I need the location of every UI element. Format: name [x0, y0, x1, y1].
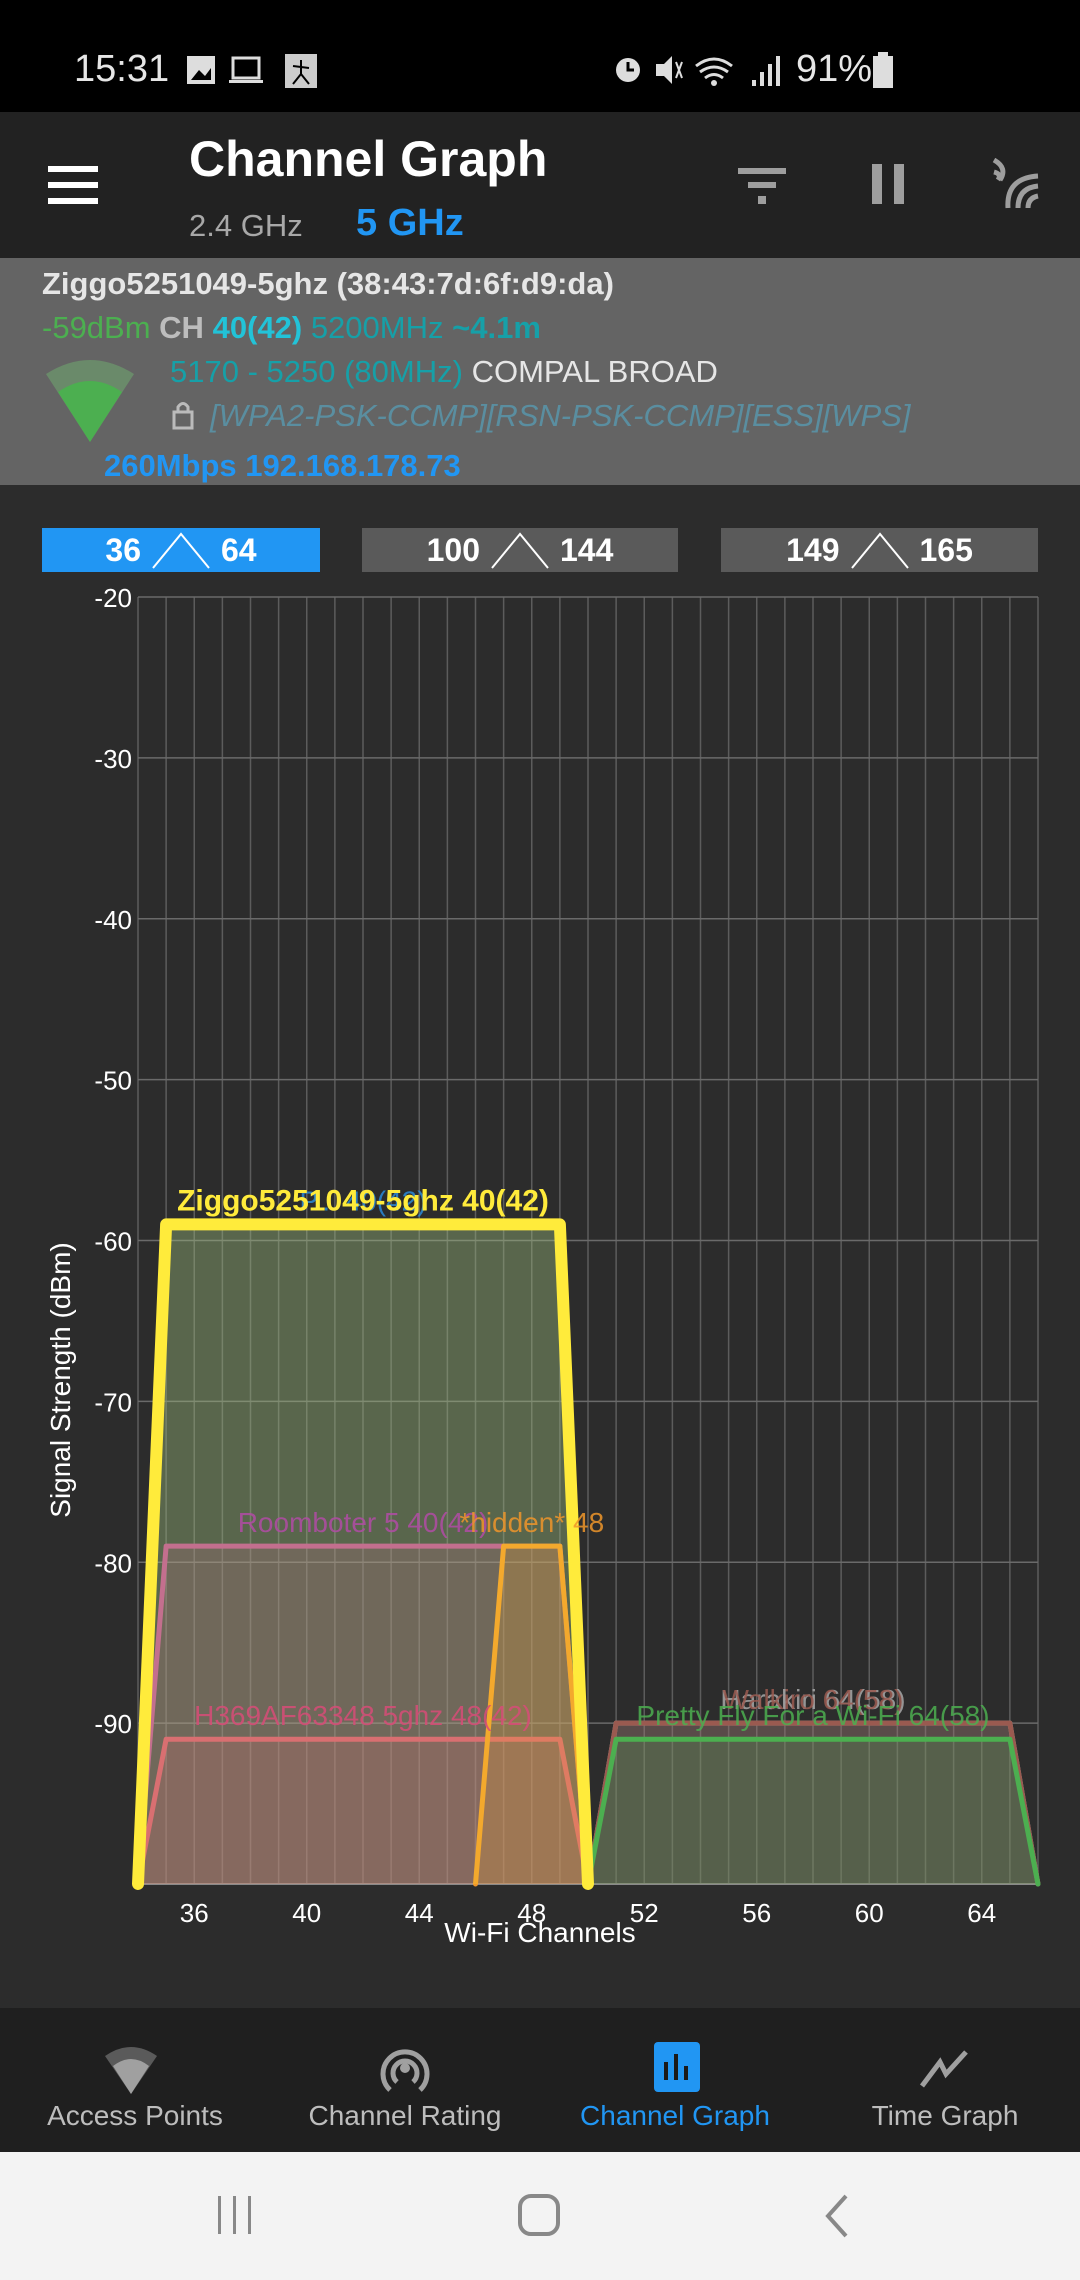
mute-icon	[656, 56, 672, 84]
connected-ap-panel[interactable]: Ziggo5251049-5ghz (38:43:7d:6f:d9:da) -5…	[0, 258, 1080, 485]
range-button-149-165[interactable]: 149 165	[721, 528, 1038, 572]
signal-strength-icon	[46, 360, 134, 442]
home-icon[interactable]	[516, 2192, 564, 2240]
menu-icon[interactable]	[48, 166, 98, 206]
filter-icon[interactable]	[738, 168, 788, 208]
range-triangle-icon	[491, 532, 549, 569]
y-tick-label: -30	[94, 744, 132, 774]
series-label: Pretty Fly For a Wi-Fi 64(58)	[636, 1700, 989, 1731]
nav-label: Time Graph	[871, 2100, 1019, 2131]
ap-capabilities: [WPA2-PSK-CCMP][RSN-PSK-CCMP][ESS][WPS]	[210, 398, 911, 433]
status-time: 15:31	[74, 48, 170, 90]
y-tick-label: -40	[94, 905, 132, 935]
ap-details-line: -59dBm CH 40(42) 5200MHz ~4.1m	[42, 310, 541, 346]
nav-access-points[interactable]: Access Points	[0, 2008, 270, 2152]
x-tick-label: 40	[292, 1898, 321, 1928]
status-right-icons	[616, 56, 780, 86]
x-tick-label: 64	[967, 1898, 996, 1928]
ap-range-line: 5170 - 5250 (80MHz) COMPAL BROAD	[170, 354, 718, 390]
wifi-icon	[105, 2047, 157, 2094]
series-label: Roomboter 5 40(42)	[238, 1507, 489, 1538]
range-triangle-icon	[850, 532, 909, 569]
y-tick-label: -90	[94, 1709, 132, 1739]
y-axis-label: Signal Strength (dBm)	[45, 1242, 76, 1517]
nav-channel-rating[interactable]: Channel Rating	[270, 2008, 540, 2152]
x-axis-label: Wi-Fi Channels	[444, 1917, 635, 1948]
band-tab-5ghz[interactable]: 5 GHz	[356, 202, 464, 245]
bottom-navigation: Access Points Channel Rating Channel Gra…	[0, 2008, 1080, 2152]
y-tick-label: -80	[94, 1548, 132, 1578]
y-tick-label: -60	[94, 1227, 132, 1257]
y-tick-label: -70	[94, 1387, 132, 1417]
nav-label: Access Points	[47, 2100, 223, 2131]
series-label: H369AF63348 5ghz 48(42)	[194, 1700, 532, 1731]
series-label: *hidden* 48	[459, 1507, 604, 1538]
nav-channel-graph[interactable]: Channel Graph	[540, 2008, 810, 2152]
range-button-100-144[interactable]: 100 144	[362, 528, 678, 572]
wifi-scan-icon[interactable]	[990, 158, 1042, 210]
ap-link: 260Mbps 192.168.178.73	[104, 448, 461, 483]
ap-ch-label: CH	[159, 310, 204, 345]
y-tick-label: -50	[94, 1066, 132, 1096]
range-triangle-icon	[152, 532, 210, 569]
series-fill	[138, 1224, 588, 1884]
wifi-icon	[695, 57, 733, 80]
battery-percent: 91%	[796, 48, 873, 90]
series-fill	[588, 1739, 1038, 1884]
status-left-icons	[187, 54, 317, 88]
range-to: 165	[919, 531, 973, 568]
status-bar: 15:31 91%	[0, 0, 1080, 112]
recent-apps-icon[interactable]	[216, 2194, 256, 2236]
ap-distance: ~4.1m	[452, 310, 541, 345]
app-bar: Channel Graph 2.4 GHz 5 GHz	[0, 112, 1080, 258]
range-to: 144	[560, 531, 614, 568]
nav-time-graph[interactable]: Time Graph	[810, 2008, 1080, 2152]
battery-icon	[873, 52, 893, 88]
x-tick-label: 60	[855, 1898, 884, 1928]
ap-channel: 40(42)	[212, 310, 303, 345]
signal-icon	[752, 56, 780, 86]
pause-icon[interactable]	[872, 164, 908, 208]
lock-icon	[172, 402, 194, 430]
x-tick-label: 44	[405, 1898, 434, 1928]
line-chart-icon	[920, 2050, 968, 2088]
series-label: Ziggo5251049-5ghz 40(42)	[177, 1184, 549, 1217]
band-tab-2-4ghz[interactable]: 2.4 GHz	[189, 208, 303, 244]
laptop-icon	[231, 56, 261, 80]
system-navigation-bar	[0, 2152, 1080, 2280]
range-from: 149	[786, 531, 840, 568]
range-from: 100	[426, 531, 480, 568]
bar-chart-icon	[654, 2042, 700, 2092]
nav-label: Channel Rating	[308, 2100, 502, 2131]
range-button-36-64[interactable]: 36 64	[42, 528, 320, 572]
back-icon[interactable]	[822, 2194, 852, 2238]
range-to: 64	[221, 531, 257, 568]
antenna-icon	[380, 2049, 430, 2092]
ap-level: -59dBm	[42, 310, 151, 345]
y-tick-label: -20	[94, 583, 132, 613]
ap-ssid-bssid: Ziggo5251049-5ghz (38:43:7d:6f:d9:da)	[42, 266, 614, 301]
range-from: 36	[105, 531, 141, 568]
nav-label: Channel Graph	[580, 2100, 770, 2131]
ap-range: 5170 - 5250 (80MHz)	[170, 354, 463, 389]
x-tick-label: 36	[180, 1898, 209, 1928]
x-tick-label: 56	[742, 1898, 771, 1928]
ap-frequency: 5200MHz	[310, 310, 444, 345]
page-title: Channel Graph	[189, 131, 548, 187]
ap-vendor: COMPAL BROAD	[471, 354, 718, 389]
channel-graph-chart[interactable]: P... 40(42)Harakiri 64(58)Walkiro 64(58)…	[0, 580, 1080, 1980]
